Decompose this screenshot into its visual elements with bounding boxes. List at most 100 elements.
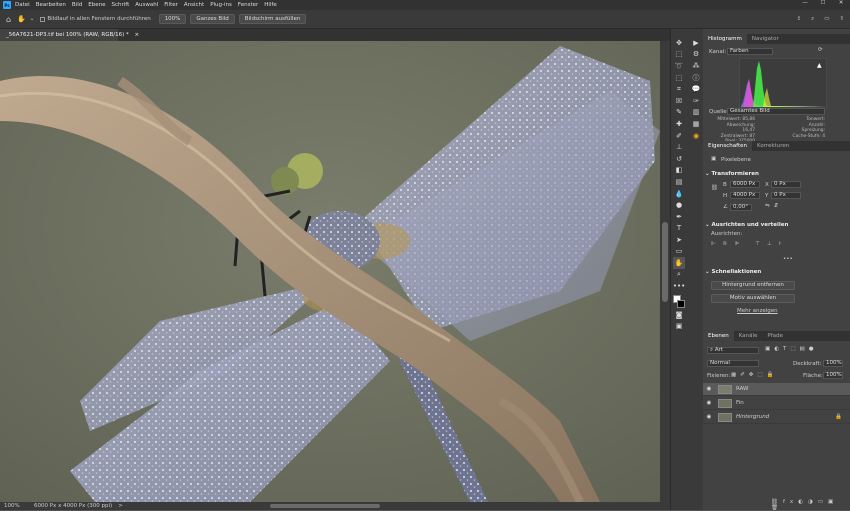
path-select-icon[interactable]: ➤ <box>673 234 685 246</box>
layer-comps-icon[interactable]: ▦ <box>690 118 702 130</box>
layer-filter-select[interactable]: ⌕ Art <box>707 347 759 354</box>
quick-mask-icon[interactable]: ◙ <box>673 309 685 321</box>
fill-field[interactable]: 100% <box>823 372 843 379</box>
color-swatches[interactable] <box>673 295 685 309</box>
hand-tool-icon[interactable]: ✋ <box>673 257 685 269</box>
play-icon[interactable]: ▶ <box>690 37 702 49</box>
menu-item-fenster[interactable]: Fenster <box>238 2 258 8</box>
minimize-button[interactable]: — <box>796 0 814 6</box>
channel-select[interactable]: Farben <box>727 48 773 55</box>
angle-field[interactable]: 0,00° <box>730 204 752 211</box>
layer-row-background[interactable]: ◉ Hintergrund 🔒 <box>703 411 850 424</box>
clone-stamp-icon[interactable]: ⊥ <box>673 141 685 153</box>
status-arrow[interactable]: > <box>118 503 123 509</box>
library-icon[interactable]: ▥ <box>690 107 702 119</box>
tab-properties[interactable]: Eigenschaften <box>703 141 752 151</box>
height-field[interactable]: 4000 Px <box>730 192 760 199</box>
eraser-tool-icon[interactable]: ◧ <box>673 165 685 177</box>
document-tab[interactable]: _56A7621-DP3.tif bei 100% (RAW, RGB/16) … <box>0 29 139 41</box>
menu-item-plug-ins[interactable]: Plug-ins <box>210 2 232 8</box>
share-icon[interactable]: ⇪ <box>796 16 801 23</box>
menu-item-bild[interactable]: Bild <box>72 2 82 8</box>
tab-paths[interactable]: Pfade <box>762 331 788 341</box>
more-tools-icon[interactable]: ••• <box>673 280 685 292</box>
layer-row-raw[interactable]: ◉ RAW <box>703 383 850 396</box>
artboard-tool-icon[interactable]: ⬚ <box>673 49 685 61</box>
y-field[interactable]: 0 Px <box>771 192 801 199</box>
tool-preset-chevron-icon[interactable]: ⌄ <box>30 16 35 22</box>
tab-layers[interactable]: Ebenen <box>703 331 734 341</box>
close-tab-button[interactable]: × <box>135 32 140 38</box>
blend-mode-select[interactable]: Normal <box>707 360 759 367</box>
transform-section[interactable]: ⌄ Transformieren <box>705 171 848 177</box>
dodge-tool-icon[interactable]: ● <box>673 199 685 211</box>
remove-background-button[interactable]: Hintergrund entfernen <box>711 281 795 290</box>
lock-icons[interactable]: ▦✐✥⬚🔒 <box>731 372 777 378</box>
menu-item-bearbeiten[interactable]: Bearbeiten <box>36 2 66 8</box>
tab-histogram[interactable]: Histogramm <box>703 34 747 44</box>
fit-screen-button[interactable]: Ganzes Bild <box>190 14 235 24</box>
blur-tool-icon[interactable]: 💧 <box>673 188 685 200</box>
layer-filter-icons[interactable]: ▣◐T⬚▤● <box>765 346 818 352</box>
gradient-tool-icon[interactable]: ▤ <box>673 176 685 188</box>
layer-row-fin[interactable]: ◉ Fin <box>703 397 850 410</box>
crop-tool-icon[interactable]: ⌗ <box>673 83 685 95</box>
align-buttons[interactable]: ⊩⊪⊫ ⊤⊥⊦ <box>711 241 789 247</box>
patterns-icon[interactable]: ⁂ <box>690 60 702 72</box>
tab-channels[interactable]: Kanäle <box>734 331 763 341</box>
maximize-button[interactable]: ☐ <box>814 0 832 6</box>
refresh-icon[interactable]: ⟳ <box>818 47 823 53</box>
align-more[interactable]: ••• <box>783 256 793 262</box>
rectangle-tool-icon[interactable]: ▭ <box>673 246 685 258</box>
menu-item-ebene[interactable]: Ebene <box>88 2 105 8</box>
paths-icon[interactable]: ✑ <box>690 95 702 107</box>
share-upload-icon[interactable]: ⇧ <box>839 16 844 23</box>
zoom-level[interactable]: 100% <box>4 503 32 509</box>
home-icon[interactable]: ⌂ <box>6 15 11 24</box>
menu-item-hilfe[interactable]: Hilfe <box>264 2 277 8</box>
adjust-icon[interactable]: ⚙ <box>690 49 702 61</box>
scroll-all-checkbox[interactable] <box>40 16 46 22</box>
quick-actions-section[interactable]: ⌄ Schnellaktionen <box>705 269 848 275</box>
type-tool-icon[interactable]: T <box>673 223 685 235</box>
source-select[interactable]: Gesamtes Bild <box>727 108 825 115</box>
align-section[interactable]: ⌄ Ausrichten und verteilen <box>705 222 848 228</box>
lasso-tool-icon[interactable]: ➰ <box>673 60 685 72</box>
layer-bottom-icons[interactable]: ⛓fx◐◑▭▣🗑 <box>771 499 850 511</box>
vertical-scroll-thumb[interactable] <box>662 222 668 302</box>
pen-tool-icon[interactable]: ✒ <box>673 211 685 223</box>
move-tool-icon[interactable]: ✥ <box>673 37 685 49</box>
menu-item-auswahl[interactable]: Auswahl <box>135 2 158 8</box>
menu-item-schrift[interactable]: Schrift <box>111 2 129 8</box>
zoom-tool-icon[interactable]: ⌕ <box>673 269 685 281</box>
fill-screen-button[interactable]: Bildschirm ausfüllen <box>238 14 307 24</box>
show-more-link[interactable]: Mehr anzeigen <box>737 308 778 314</box>
brush-tool-icon[interactable]: ✐ <box>673 130 685 142</box>
tab-adjustments[interactable]: Korrekturen <box>752 141 794 151</box>
menu-item-ansicht[interactable]: Ansicht <box>184 2 204 8</box>
width-field[interactable]: 6000 Px <box>730 181 760 188</box>
frame-tool-icon[interactable]: ☒ <box>673 95 685 107</box>
flip-icons[interactable]: ⇋⇵ <box>765 203 782 209</box>
object-select-icon[interactable]: ⬚ <box>673 72 685 84</box>
close-window-button[interactable]: ✕ <box>832 0 850 6</box>
visibility-eye-icon[interactable]: ◉ <box>703 400 715 406</box>
healing-brush-icon[interactable]: ✚ <box>673 118 685 130</box>
opacity-field[interactable]: 100% <box>823 360 843 367</box>
hand-tool-icon[interactable]: ✋ <box>17 15 26 23</box>
menu-item-datei[interactable]: Datei <box>15 2 30 8</box>
horizontal-scroll-thumb[interactable] <box>270 504 380 508</box>
menu-item-filter[interactable]: Filter <box>164 2 178 8</box>
screen-mode-icon[interactable]: ▣ <box>673 321 685 333</box>
eyedropper-tool-icon[interactable]: ✎ <box>673 107 685 119</box>
x-field[interactable]: 0 Px <box>771 181 801 188</box>
visibility-eye-icon[interactable]: ◉ <box>703 386 715 392</box>
zoom-100-button[interactable]: 100% <box>158 14 187 24</box>
search-icon[interactable]: ⌕ <box>811 16 814 23</box>
tab-navigator[interactable]: Navigator <box>747 34 784 44</box>
select-subject-button[interactable]: Motiv auswählen <box>711 294 795 303</box>
info-icon[interactable]: ⓘ <box>690 72 702 84</box>
history-brush-icon[interactable]: ↺ <box>673 153 685 165</box>
workspace-icon[interactable]: ▭ <box>824 16 829 23</box>
comments-icon[interactable]: 💬 <box>690 83 702 95</box>
